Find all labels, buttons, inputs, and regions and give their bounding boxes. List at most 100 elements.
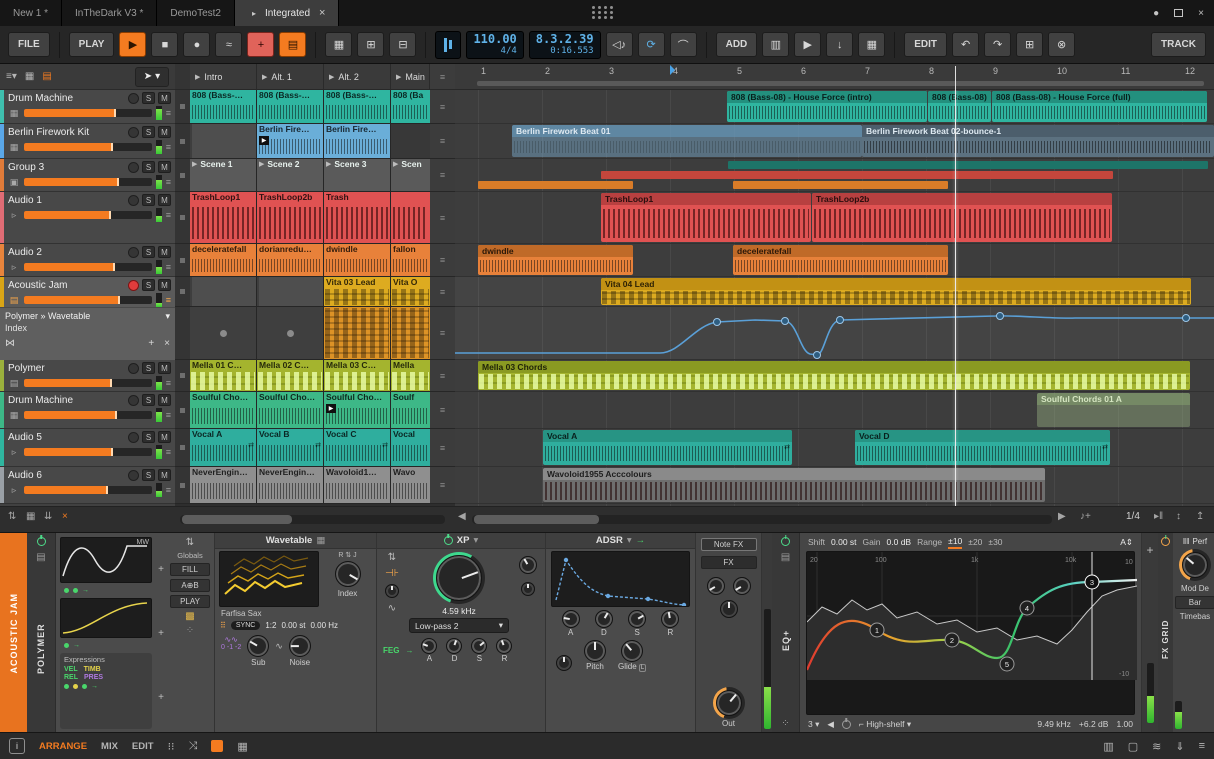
metronome-icon[interactable]: ◁♪ bbox=[605, 32, 633, 57]
note-fx-tab[interactable]: Note FX bbox=[700, 538, 757, 551]
clip-slot[interactable]: Berlin Fire… ▶ bbox=[257, 124, 324, 158]
arranger-track-lane[interactable]: Wavoloid1955 Acccolours bbox=[455, 467, 1214, 504]
play-mode-button[interactable]: PLAY bbox=[170, 595, 210, 608]
fit-view-icon[interactable]: ↥ bbox=[1196, 511, 1204, 522]
track-row[interactable]: Group 3 SM ▣ ≡ bbox=[0, 159, 175, 192]
expressions-box[interactable]: Expressions VEL TIMB REL PRES → bbox=[60, 653, 152, 729]
volume-slider[interactable] bbox=[24, 178, 152, 186]
mod-source-row[interactable]: → bbox=[60, 585, 152, 596]
cutoff-knob[interactable] bbox=[433, 552, 485, 604]
clip-slot[interactable]: deceleratefall bbox=[190, 244, 257, 276]
vertical-zoom-icon[interactable]: ↕ bbox=[1176, 511, 1181, 522]
track-name[interactable]: Group 3 bbox=[8, 162, 125, 173]
automation-lane[interactable] bbox=[455, 307, 1214, 360]
band-prev-icon[interactable]: ◀ bbox=[827, 719, 834, 730]
range-30-button[interactable]: ±30 bbox=[988, 537, 1002, 547]
add-scene-icon[interactable]: ♪+ bbox=[1080, 511, 1091, 522]
stop-clip-button[interactable] bbox=[175, 277, 190, 306]
track-row[interactable]: Audio 2 SM ▹ ≡ bbox=[0, 244, 175, 277]
range-10-button[interactable]: ±10 bbox=[948, 536, 963, 549]
feg-decay-knob[interactable] bbox=[446, 638, 463, 654]
bar-button[interactable]: Bar bbox=[1175, 596, 1214, 609]
arranger-clip[interactable]: Wavoloid1955 Acccolours bbox=[543, 468, 1045, 502]
track-menu-icon[interactable]: ≡ bbox=[166, 108, 171, 118]
row-menu-icon[interactable]: ≡ bbox=[430, 392, 455, 428]
automation-clip-slot[interactable] bbox=[324, 307, 391, 359]
eq-name-vertical[interactable]: EQ+ bbox=[781, 569, 791, 712]
clip-slot[interactable]: Mella 01 C… bbox=[190, 360, 257, 391]
position-display[interactable]: 8.3.2.39 0:16.553 bbox=[528, 30, 601, 59]
clip-slot[interactable]: 808 (Bass-… bbox=[257, 90, 324, 123]
sub-wave-icon[interactable]: ∿∿ bbox=[224, 635, 237, 644]
clip-slot[interactable]: Wavo bbox=[391, 467, 430, 503]
track-row[interactable]: Polymer S M ▤ ≡ bbox=[0, 360, 175, 392]
chevron-down-icon[interactable]: ▾ bbox=[473, 535, 478, 546]
solo-button[interactable]: S bbox=[142, 161, 155, 173]
eq-graph[interactable]: 20 100 1k 10k 10 -10 1 2 5 4 3 bbox=[805, 551, 1138, 715]
arranger-timeline[interactable]: 808 (Bass-08) - House Force (intro) 808 … bbox=[455, 90, 1214, 506]
track-name[interactable]: Acoustic Jam bbox=[8, 280, 125, 291]
stop-clip-button[interactable] bbox=[175, 192, 190, 243]
clip-slot[interactable]: Vocal bbox=[391, 429, 430, 466]
mute-button[interactable]: M bbox=[158, 92, 171, 104]
volume-slider[interactable] bbox=[24, 296, 152, 304]
shuffle-icon[interactable]: ⤨ bbox=[189, 740, 198, 753]
mute-button[interactable]: M bbox=[158, 246, 171, 258]
arranger-clip[interactable]: Berlin Firework Beat 02-bounce-1 bbox=[862, 125, 1214, 157]
stop-all-column[interactable] bbox=[175, 64, 190, 89]
row-menu-icon[interactable]: ≡ bbox=[430, 360, 455, 391]
envelope-display[interactable] bbox=[551, 551, 690, 608]
mute-button[interactable]: M bbox=[158, 394, 171, 406]
filter-lfo-icon[interactable]: ∿ bbox=[388, 603, 396, 614]
monitor-button[interactable] bbox=[128, 92, 139, 104]
track-menu-icon[interactable]: ≡ bbox=[166, 177, 171, 187]
clip-slot[interactable] bbox=[391, 192, 430, 243]
tempo-display[interactable]: 110.00 4/4 bbox=[466, 30, 524, 59]
arranger-clip[interactable]: Vocal D ⇄ bbox=[855, 430, 1110, 465]
row-menu-icon[interactable]: ≡ bbox=[430, 307, 455, 359]
snap-toggle-icon[interactable]: ▸‖ bbox=[1154, 511, 1163, 522]
band-gain-value[interactable]: +6.2 dB bbox=[1079, 719, 1109, 729]
undo-icon[interactable]: ↶ bbox=[952, 32, 980, 57]
tempo-value[interactable]: 110.00 bbox=[473, 33, 516, 45]
group-track-lane[interactable] bbox=[455, 159, 1214, 192]
clip-slot[interactable]: Trash bbox=[324, 192, 391, 243]
randomize-icons[interactable]: R ⇅ J bbox=[338, 551, 356, 559]
row-menu-icon[interactable]: ≡ bbox=[430, 277, 455, 306]
row-menu-icon[interactable]: ≡ bbox=[430, 159, 455, 191]
play-icon[interactable]: ▶ bbox=[192, 159, 197, 170]
range-20-button[interactable]: ±20 bbox=[968, 537, 982, 547]
mute-button[interactable]: M bbox=[158, 362, 171, 374]
stop-clip-button[interactable] bbox=[175, 124, 190, 158]
band-type-dropdown[interactable]: ⌐ High-shelf ▾ bbox=[859, 719, 911, 730]
active-panel-icon[interactable] bbox=[211, 740, 224, 752]
pitch-knob[interactable] bbox=[584, 640, 606, 662]
add-expression-icon[interactable]: + bbox=[158, 692, 164, 703]
clip-slot[interactable]: 808 (Ba bbox=[391, 90, 430, 123]
stop-clip-button[interactable] bbox=[175, 429, 190, 466]
track-row[interactable]: Drum Machine S M ▦ ≡ bbox=[0, 90, 175, 124]
monitor-button[interactable] bbox=[128, 194, 139, 206]
monitor-button[interactable] bbox=[128, 394, 139, 406]
clip-slot[interactable]: Vita O bbox=[391, 277, 430, 306]
arranger-track-lane[interactable]: Berlin Firework Beat 01 Berlin Firework … bbox=[455, 124, 1214, 159]
grid-snap-icon[interactable]: ▦ bbox=[26, 511, 35, 522]
device-track-strip[interactable]: ACOUSTIC JAM bbox=[0, 533, 27, 733]
overdub-button[interactable]: + bbox=[247, 32, 275, 57]
mute-button[interactable]: M bbox=[158, 431, 171, 443]
index-knob[interactable] bbox=[334, 561, 361, 587]
track-name[interactable]: Audio 1 bbox=[8, 195, 125, 206]
track-row-selected[interactable]: Acoustic Jam S M ▤ ≡ Polymer » Wavetable ▾ I… bbox=[0, 277, 175, 360]
out-knob[interactable] bbox=[712, 687, 745, 719]
add-oscillator-icon[interactable]: + bbox=[158, 564, 164, 575]
stop-clip-button[interactable] bbox=[175, 360, 190, 391]
clip-slot[interactable]: TrashLoop1 bbox=[190, 192, 257, 243]
clip-launcher-view-icon[interactable]: ▦ bbox=[325, 32, 353, 57]
edit-menu-button[interactable]: EDIT bbox=[904, 32, 948, 57]
detune-value[interactable]: 0.00 st bbox=[281, 621, 305, 630]
track-row[interactable]: Drum Machine S M ▦ ≡ bbox=[0, 392, 175, 429]
empty-clip-slot[interactable] bbox=[190, 277, 257, 306]
play-menu-button[interactable]: PLAY bbox=[68, 32, 115, 57]
ab-compare-icon[interactable]: A⇕ bbox=[1120, 537, 1133, 548]
play-icon[interactable]: ▶ bbox=[329, 73, 334, 81]
